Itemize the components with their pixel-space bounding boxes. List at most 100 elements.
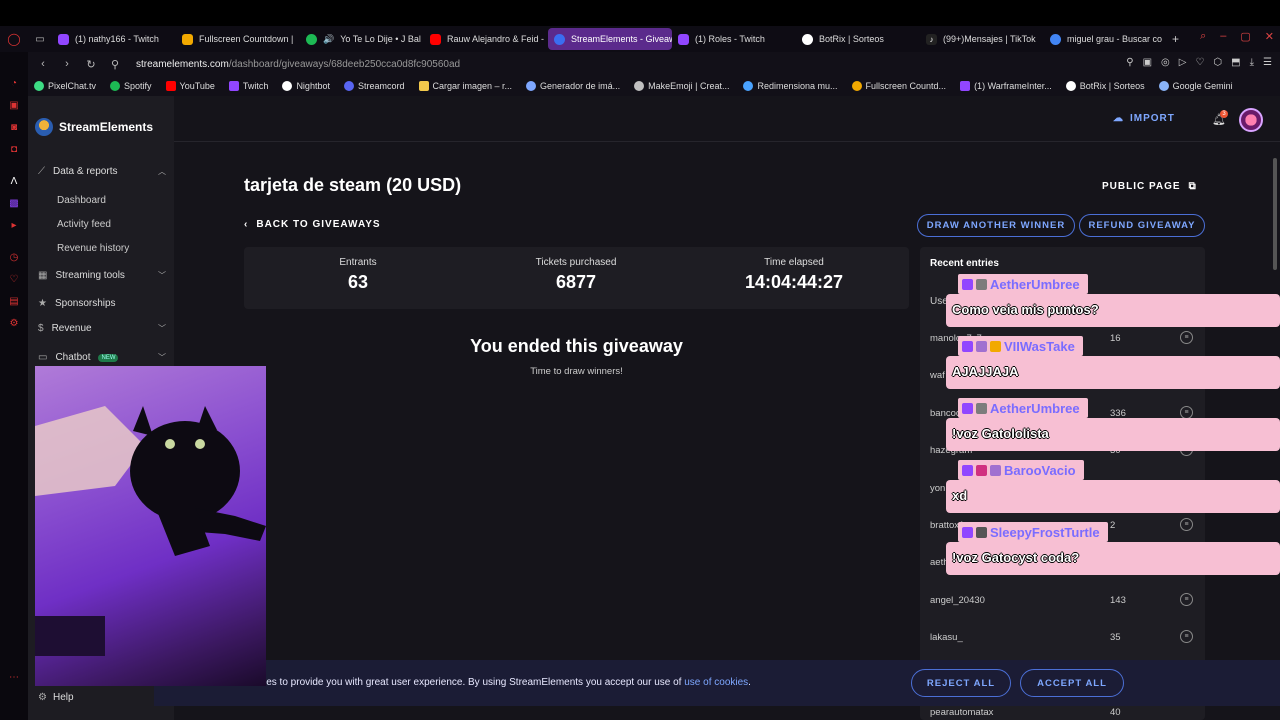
cookie-text: ies to provide you with great user exper… <box>264 677 751 688</box>
twitch-badge-icon <box>962 402 973 414</box>
help-button[interactable]: ⚙ Help <box>38 692 74 703</box>
bookmark-item[interactable]: Spotify <box>110 81 152 91</box>
twitch-icon <box>228 81 239 91</box>
easy-setup-icon[interactable]: ⬒ <box>1231 57 1240 68</box>
camera-icon[interactable]: ◎ <box>1161 57 1170 68</box>
bookmark-item[interactable]: Fullscreen Countd... <box>851 81 946 91</box>
star-icon: ★ <box>38 298 47 309</box>
heart-icon[interactable]: ♡ <box>1195 57 1204 68</box>
reload-icon[interactable]: ↻ <box>82 58 100 71</box>
bookmark-item[interactable]: Nightbot <box>282 81 330 91</box>
more-icon[interactable]: ⋯ <box>8 672 20 684</box>
nav-dashboard[interactable]: Dashboard <box>57 195 106 206</box>
youtube-icon <box>165 81 176 91</box>
import-button[interactable]: ☁ IMPORT <box>1113 113 1175 124</box>
browser-tab[interactable]: Rauw Alejandro & Feid - <box>424 28 548 50</box>
public-page-link[interactable]: PUBLIC PAGE ⧉ <box>1102 181 1197 192</box>
bookmark-item[interactable]: Cargar imagen – r... <box>418 81 512 91</box>
chat-username: AetherUmbree <box>990 276 1080 292</box>
browser-tab[interactable]: (1) Roles - Twitch <box>672 28 796 50</box>
heart-icon[interactable]: ♡ <box>8 274 20 286</box>
browser-tab[interactable]: (1) nathy166 - Twitch <box>52 28 176 50</box>
messenger-icon[interactable]: ◙ <box>8 122 20 134</box>
chat-text: AJAJJAJA <box>946 356 1280 389</box>
nav-activity-feed[interactable]: Activity feed <box>57 219 111 230</box>
bookmark-item[interactable]: Streamcord <box>343 81 405 91</box>
nav-revenue[interactable]: $ Revenue ﹀ <box>38 323 166 334</box>
box-icon[interactable]: ▤ <box>8 296 20 308</box>
nav-revenue-history[interactable]: Revenue history <box>57 243 129 254</box>
diamond-icon <box>743 81 754 91</box>
youtube-icon <box>430 33 441 45</box>
forward-icon[interactable]: › <box>58 58 76 70</box>
back-to-giveaways-link[interactable]: ‹ BACK TO GIVEAWAYS <box>244 219 381 230</box>
bookmark-item[interactable]: MakeEmoji | Creat... <box>634 81 729 91</box>
brand-logo[interactable]: StreamElements <box>35 118 153 136</box>
pin-icon[interactable]: ⚲ <box>1126 57 1133 68</box>
header-divider <box>174 141 1280 142</box>
browser-tab-active[interactable]: StreamElements - Giveaw <box>548 28 672 50</box>
chat-username: SleepyFrostTurtle <box>990 524 1100 540</box>
stream-chat-overlay: AetherUmbree Como veia mis puntos? VIIWa… <box>946 272 1280 582</box>
browser-tab[interactable]: 🔊 Yo Te Lo Dije • J Bal <box>300 28 424 50</box>
browser-tab[interactable]: BotRix | Sorteos <box>796 28 920 50</box>
browser-tab[interactable]: Fullscreen Countdown | <box>176 28 300 50</box>
twitch-icon[interactable]: ▩ <box>8 198 20 210</box>
bookmark-item[interactable]: YouTube <box>165 81 215 91</box>
site-info-icon[interactable]: ⚲ <box>106 58 124 71</box>
bookmark-item[interactable]: Generador de imá... <box>526 81 620 91</box>
menu-icon[interactable]: ☰ <box>1263 57 1272 68</box>
bookmark-item[interactable]: (1) WarframeInter... <box>960 81 1052 91</box>
instagram-icon[interactable]: ◘ <box>8 144 20 156</box>
download-icon[interactable]: ⤓ <box>1250 57 1254 68</box>
settings-icon[interactable]: ⚙ <box>8 318 20 330</box>
new-tab-button[interactable]: + <box>1172 32 1179 46</box>
history-icon[interactable]: ◔ <box>8 78 20 90</box>
nav-sponsorships[interactable]: ★ Sponsorships <box>38 298 166 309</box>
ticket-icon[interactable]: ≡ <box>1180 630 1193 643</box>
maximize-icon[interactable]: ▢ <box>1240 30 1250 43</box>
botrix-icon <box>802 33 813 45</box>
snapshot-icon[interactable]: ▣ <box>1143 57 1152 68</box>
draw-another-winner-button[interactable]: DRAW ANOTHER WINNER <box>917 214 1075 237</box>
twitch-badge-icon <box>962 464 973 476</box>
extensions-icon[interactable]: ⬡ <box>1213 57 1222 68</box>
nav-chatbot[interactable]: ▭ Chatbot NEW ﹀ <box>38 352 166 363</box>
spotify-icon <box>110 81 121 91</box>
ticket-icon[interactable]: ≡ <box>1180 593 1193 606</box>
play-icon[interactable]: ▷ <box>1179 57 1187 68</box>
stat-tickets: Tickets purchased 6877 <box>535 257 617 292</box>
search-tabs-icon[interactable]: ⌕ <box>1200 30 1206 43</box>
image-upload-icon <box>418 81 429 91</box>
nav-data-reports[interactable]: ⟋ Data & reports ︿ <box>38 166 166 177</box>
opera-logo-icon[interactable]: ◯ <box>0 32 28 46</box>
accept-all-button[interactable]: ACCEPT ALL <box>1020 669 1124 697</box>
countdown-icon <box>851 81 862 91</box>
aria-icon[interactable]: Λ <box>8 176 20 188</box>
cookie-policy-link[interactable]: use of cookies <box>684 677 748 688</box>
close-icon[interactable]: ✕ <box>1265 30 1274 43</box>
bookmark-item[interactable]: BotRix | Sorteos <box>1065 81 1145 91</box>
chat-username: BarooVacio <box>1004 462 1076 478</box>
url-field[interactable]: streamelements.com/dashboard/giveaways/6… <box>136 59 460 70</box>
avatar[interactable] <box>1239 108 1263 132</box>
youtube-icon[interactable]: ▸ <box>8 220 20 232</box>
browser-tab[interactable]: miguel grau - Buscar co <box>1044 28 1168 50</box>
back-icon[interactable]: ‹ <box>34 58 52 70</box>
bookmark-item[interactable]: PixelChat.tv <box>34 81 96 91</box>
tab-overview-icon[interactable]: ▭ <box>28 34 52 45</box>
bookmark-item[interactable]: Redimensiona mu... <box>743 81 838 91</box>
twitch-icon <box>960 81 971 91</box>
bookmark-item[interactable]: Google Gemini <box>1158 81 1233 91</box>
minimize-icon[interactable]: – <box>1220 30 1226 43</box>
bookmark-item[interactable]: Twitch <box>228 81 268 91</box>
refund-giveaway-button[interactable]: REFUND GIVEAWAY <box>1079 214 1205 237</box>
page-scrollbar[interactable] <box>1273 158 1277 270</box>
nav-streaming-tools[interactable]: ▦ Streaming tools ﹀ <box>38 270 166 281</box>
clock-icon[interactable]: ◷ <box>8 252 20 264</box>
reject-all-button[interactable]: REJECT ALL <box>911 669 1011 697</box>
browser-tab[interactable]: ♪ (99+)Mensajes | TikTok <box>920 28 1044 50</box>
lock-icon[interactable]: ▣ <box>8 100 20 112</box>
address-bar: ‹ › ↻ ⚲ streamelements.com/dashboard/giv… <box>0 52 1280 76</box>
extension-toolbar: ⚲ ▣ ◎ ▷ ♡ ⬡ ⬒ ⤓ ☰ <box>1126 57 1272 68</box>
